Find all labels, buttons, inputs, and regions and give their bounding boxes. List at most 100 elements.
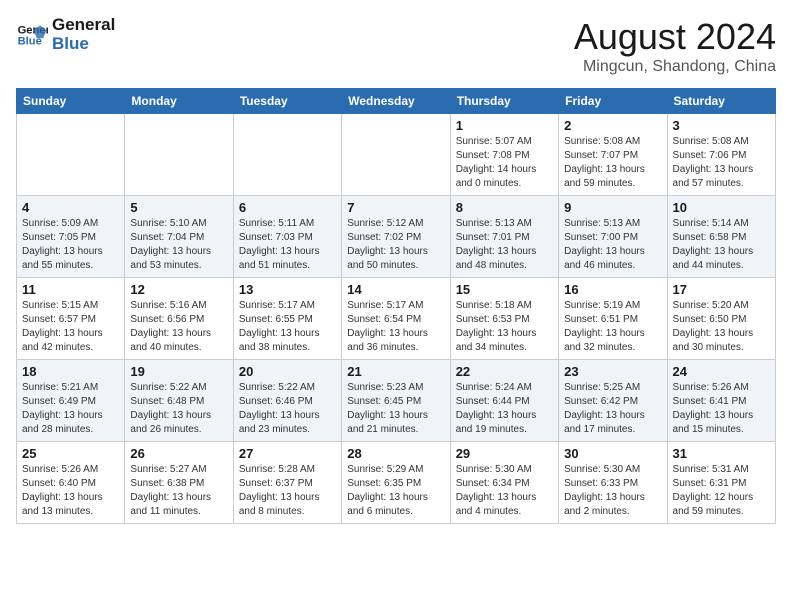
- day-number: 19: [130, 364, 227, 379]
- calendar-cell: 21 Sunrise: 5:23 AM Sunset: 6:45 PM Dayli…: [342, 360, 450, 442]
- calendar-week-2: 4 Sunrise: 5:09 AM Sunset: 7:05 PM Daylig…: [17, 196, 776, 278]
- day-number: 6: [239, 200, 336, 215]
- day-number: 21: [347, 364, 444, 379]
- day-number: 4: [22, 200, 119, 215]
- day-number: 25: [22, 446, 119, 461]
- day-number: 2: [564, 118, 661, 133]
- day-info: Sunrise: 5:19 AM Sunset: 6:51 PM Dayligh…: [564, 299, 661, 355]
- day-number: 23: [564, 364, 661, 379]
- calendar-cell: 14Sunrise: 5:17 AM Sunset: 6:54 PM Dayli…: [342, 278, 450, 360]
- calendar-cell: 31 Sunrise: 5:31 AM Sunset: 6:31 PM Dayli…: [667, 442, 775, 524]
- day-info: Sunrise: 5:26 AM Sunset: 6:40 PM Dayligh…: [22, 463, 119, 519]
- day-info: Sunrise: 5:22 AM Sunset: 6:48 PM Dayligh…: [130, 381, 227, 437]
- calendar-week-3: 11 Sunrise: 5:15 AM Sunset: 6:57 PM Dayli…: [17, 278, 776, 360]
- day-number: 24: [673, 364, 770, 379]
- calendar-cell: 15 Sunrise: 5:18 AM Sunset: 6:53 PM Dayli…: [450, 278, 558, 360]
- day-number: 5: [130, 200, 227, 215]
- calendar-cell: [125, 114, 233, 196]
- day-number: 27: [239, 446, 336, 461]
- calendar-cell: 29 Sunrise: 5:30 AM Sunset: 6:34 PM Dayli…: [450, 442, 558, 524]
- day-info: Sunrise: 5:16 AM Sunset: 6:56 PM Dayligh…: [130, 299, 227, 355]
- calendar-cell: 13 Sunrise: 5:17 AM Sunset: 6:55 PM Dayli…: [233, 278, 341, 360]
- day-info: Sunrise: 5:26 AM Sunset: 6:41 PM Dayligh…: [673, 381, 770, 437]
- day-info: Sunrise: 5:13 AM Sunset: 7:00 PM Dayligh…: [564, 217, 661, 273]
- calendar-cell: 30 Sunrise: 5:30 AM Sunset: 6:33 PM Dayli…: [559, 442, 667, 524]
- calendar-cell: 26 Sunrise: 5:27 AM Sunset: 6:38 PM Dayli…: [125, 442, 233, 524]
- calendar-week-5: 25 Sunrise: 5:26 AM Sunset: 6:40 PM Dayli…: [17, 442, 776, 524]
- day-info: Sunrise: 5:09 AM Sunset: 7:05 PM Dayligh…: [22, 217, 119, 273]
- day-number: 30: [564, 446, 661, 461]
- calendar-cell: [342, 114, 450, 196]
- day-number: 15: [456, 282, 553, 297]
- month-title: August 2024: [574, 16, 776, 58]
- calendar-week-1: 1 Sunrise: 5:07 AM Sunset: 7:08 PM Daylig…: [17, 114, 776, 196]
- day-number: 17: [673, 282, 770, 297]
- day-info: Sunrise: 5:08 AM Sunset: 7:07 PM Dayligh…: [564, 135, 661, 191]
- day-number: 9: [564, 200, 661, 215]
- calendar-cell: 11 Sunrise: 5:15 AM Sunset: 6:57 PM Dayli…: [17, 278, 125, 360]
- logo-line1: General: [52, 16, 115, 35]
- day-number: 26: [130, 446, 227, 461]
- day-info: Sunrise: 5:18 AM Sunset: 6:53 PM Dayligh…: [456, 299, 553, 355]
- page-header: General Blue General Blue August 2024 Mi…: [16, 16, 776, 76]
- day-number: 1: [456, 118, 553, 133]
- logo-icon: General Blue: [16, 19, 48, 51]
- day-info: Sunrise: 5:17 AM Sunset: 6:55 PM Dayligh…: [239, 299, 336, 355]
- day-number: 12: [130, 282, 227, 297]
- calendar-cell: 6 Sunrise: 5:11 AM Sunset: 7:03 PM Daylig…: [233, 196, 341, 278]
- day-info: Sunrise: 5:29 AM Sunset: 6:35 PM Dayligh…: [347, 463, 444, 519]
- header-wednesday: Wednesday: [342, 89, 450, 114]
- day-number: 29: [456, 446, 553, 461]
- day-info: Sunrise: 5:11 AM Sunset: 7:03 PM Dayligh…: [239, 217, 336, 273]
- calendar-cell: 18Sunrise: 5:21 AM Sunset: 6:49 PM Dayli…: [17, 360, 125, 442]
- day-info: Sunrise: 5:22 AM Sunset: 6:46 PM Dayligh…: [239, 381, 336, 437]
- header-friday: Friday: [559, 89, 667, 114]
- header-thursday: Thursday: [450, 89, 558, 114]
- day-info: Sunrise: 5:31 AM Sunset: 6:31 PM Dayligh…: [673, 463, 770, 519]
- day-info: Sunrise: 5:15 AM Sunset: 6:57 PM Dayligh…: [22, 299, 119, 355]
- day-number: 13: [239, 282, 336, 297]
- day-info: Sunrise: 5:20 AM Sunset: 6:50 PM Dayligh…: [673, 299, 770, 355]
- calendar-cell: 4 Sunrise: 5:09 AM Sunset: 7:05 PM Daylig…: [17, 196, 125, 278]
- calendar-cell: 1 Sunrise: 5:07 AM Sunset: 7:08 PM Daylig…: [450, 114, 558, 196]
- day-info: Sunrise: 5:17 AM Sunset: 6:54 PM Dayligh…: [347, 299, 444, 355]
- calendar-cell: 16 Sunrise: 5:19 AM Sunset: 6:51 PM Dayli…: [559, 278, 667, 360]
- day-number: 10: [673, 200, 770, 215]
- header-sunday: Sunday: [17, 89, 125, 114]
- title-block: August 2024 Mingcun, Shandong, China: [574, 16, 776, 76]
- day-number: 7: [347, 200, 444, 215]
- day-info: Sunrise: 5:30 AM Sunset: 6:33 PM Dayligh…: [564, 463, 661, 519]
- calendar-cell: 27 Sunrise: 5:28 AM Sunset: 6:37 PM Dayli…: [233, 442, 341, 524]
- calendar-cell: 7 Sunrise: 5:12 AM Sunset: 7:02 PM Daylig…: [342, 196, 450, 278]
- day-number: 22: [456, 364, 553, 379]
- calendar-cell: 22 Sunrise: 5:24 AM Sunset: 6:44 PM Dayli…: [450, 360, 558, 442]
- day-info: Sunrise: 5:12 AM Sunset: 7:02 PM Dayligh…: [347, 217, 444, 273]
- day-info: Sunrise: 5:30 AM Sunset: 6:34 PM Dayligh…: [456, 463, 553, 519]
- day-info: Sunrise: 5:28 AM Sunset: 6:37 PM Dayligh…: [239, 463, 336, 519]
- header-monday: Monday: [125, 89, 233, 114]
- day-number: 11: [22, 282, 119, 297]
- calendar-cell: 3Sunrise: 5:08 AM Sunset: 7:06 PM Daylig…: [667, 114, 775, 196]
- calendar-cell: 5Sunrise: 5:10 AM Sunset: 7:04 PM Daylig…: [125, 196, 233, 278]
- day-info: Sunrise: 5:25 AM Sunset: 6:42 PM Dayligh…: [564, 381, 661, 437]
- day-number: 16: [564, 282, 661, 297]
- calendar-cell: 8Sunrise: 5:13 AM Sunset: 7:01 PM Daylig…: [450, 196, 558, 278]
- day-info: Sunrise: 5:24 AM Sunset: 6:44 PM Dayligh…: [456, 381, 553, 437]
- calendar-week-4: 18Sunrise: 5:21 AM Sunset: 6:49 PM Dayli…: [17, 360, 776, 442]
- calendar-cell: 12 Sunrise: 5:16 AM Sunset: 6:56 PM Dayli…: [125, 278, 233, 360]
- day-info: Sunrise: 5:07 AM Sunset: 7:08 PM Dayligh…: [456, 135, 553, 191]
- day-info: Sunrise: 5:27 AM Sunset: 6:38 PM Dayligh…: [130, 463, 227, 519]
- day-info: Sunrise: 5:23 AM Sunset: 6:45 PM Dayligh…: [347, 381, 444, 437]
- calendar-cell: 17 Sunrise: 5:20 AM Sunset: 6:50 PM Dayli…: [667, 278, 775, 360]
- day-info: Sunrise: 5:13 AM Sunset: 7:01 PM Dayligh…: [456, 217, 553, 273]
- calendar-cell: [233, 114, 341, 196]
- calendar-table: SundayMondayTuesdayWednesdayThursdayFrid…: [16, 88, 776, 524]
- calendar-cell: 10Sunrise: 5:14 AM Sunset: 6:58 PM Dayli…: [667, 196, 775, 278]
- calendar-cell: 28 Sunrise: 5:29 AM Sunset: 6:35 PM Dayli…: [342, 442, 450, 524]
- header-tuesday: Tuesday: [233, 89, 341, 114]
- day-number: 28: [347, 446, 444, 461]
- logo: General Blue General Blue: [16, 16, 115, 53]
- day-number: 31: [673, 446, 770, 461]
- day-number: 20: [239, 364, 336, 379]
- calendar-cell: 25 Sunrise: 5:26 AM Sunset: 6:40 PM Dayli…: [17, 442, 125, 524]
